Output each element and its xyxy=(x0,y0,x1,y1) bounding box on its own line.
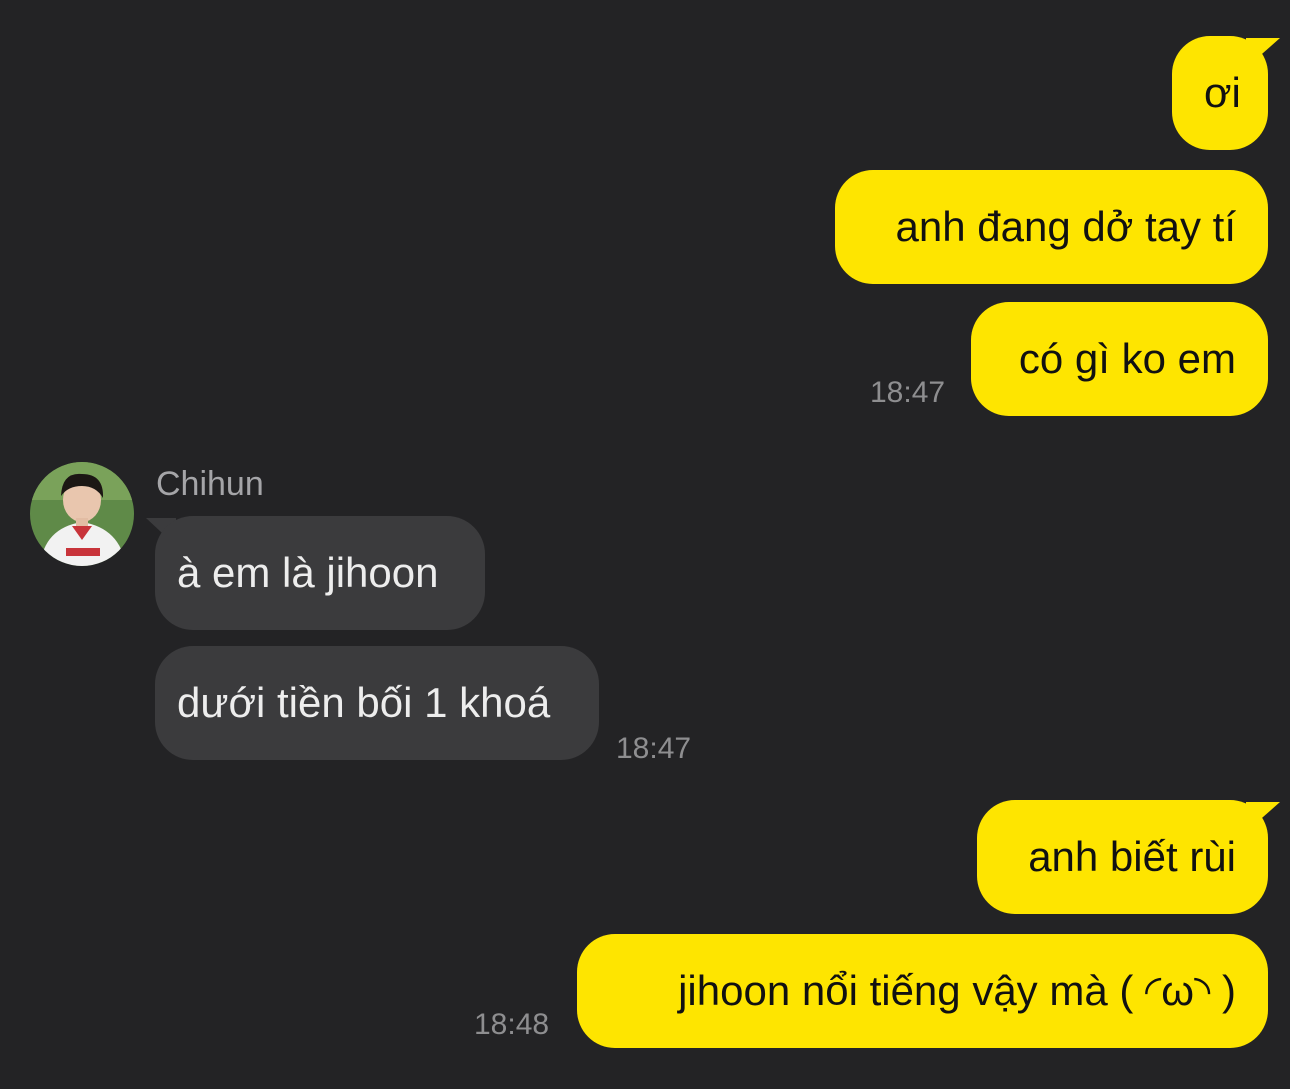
message-timestamp: 18:48 xyxy=(474,1008,550,1041)
outgoing-message[interactable]: có gì ko em xyxy=(971,302,1268,416)
incoming-message[interactable]: dưới tiền bối 1 khoá xyxy=(155,646,599,760)
outgoing-message[interactable]: anh biết rùi xyxy=(977,800,1268,914)
outgoing-message[interactable]: ơi xyxy=(1172,36,1268,150)
message-timestamp: 18:47 xyxy=(870,376,946,409)
avatar-photo-icon xyxy=(30,462,134,566)
outgoing-message[interactable]: anh đang dở tay tí xyxy=(835,170,1268,284)
incoming-message[interactable]: à em là jihoon xyxy=(155,516,485,630)
message-timestamp: 18:47 xyxy=(616,732,692,765)
contact-avatar[interactable] xyxy=(30,462,134,566)
sender-name: Chihun xyxy=(156,465,264,503)
chat-thread: ơi anh đang dở tay tí 18:47 có gì ko em … xyxy=(0,0,1290,1089)
outgoing-message[interactable]: jihoon nổi tiếng vậy mà ( ◜ω◝ ) xyxy=(577,934,1268,1048)
